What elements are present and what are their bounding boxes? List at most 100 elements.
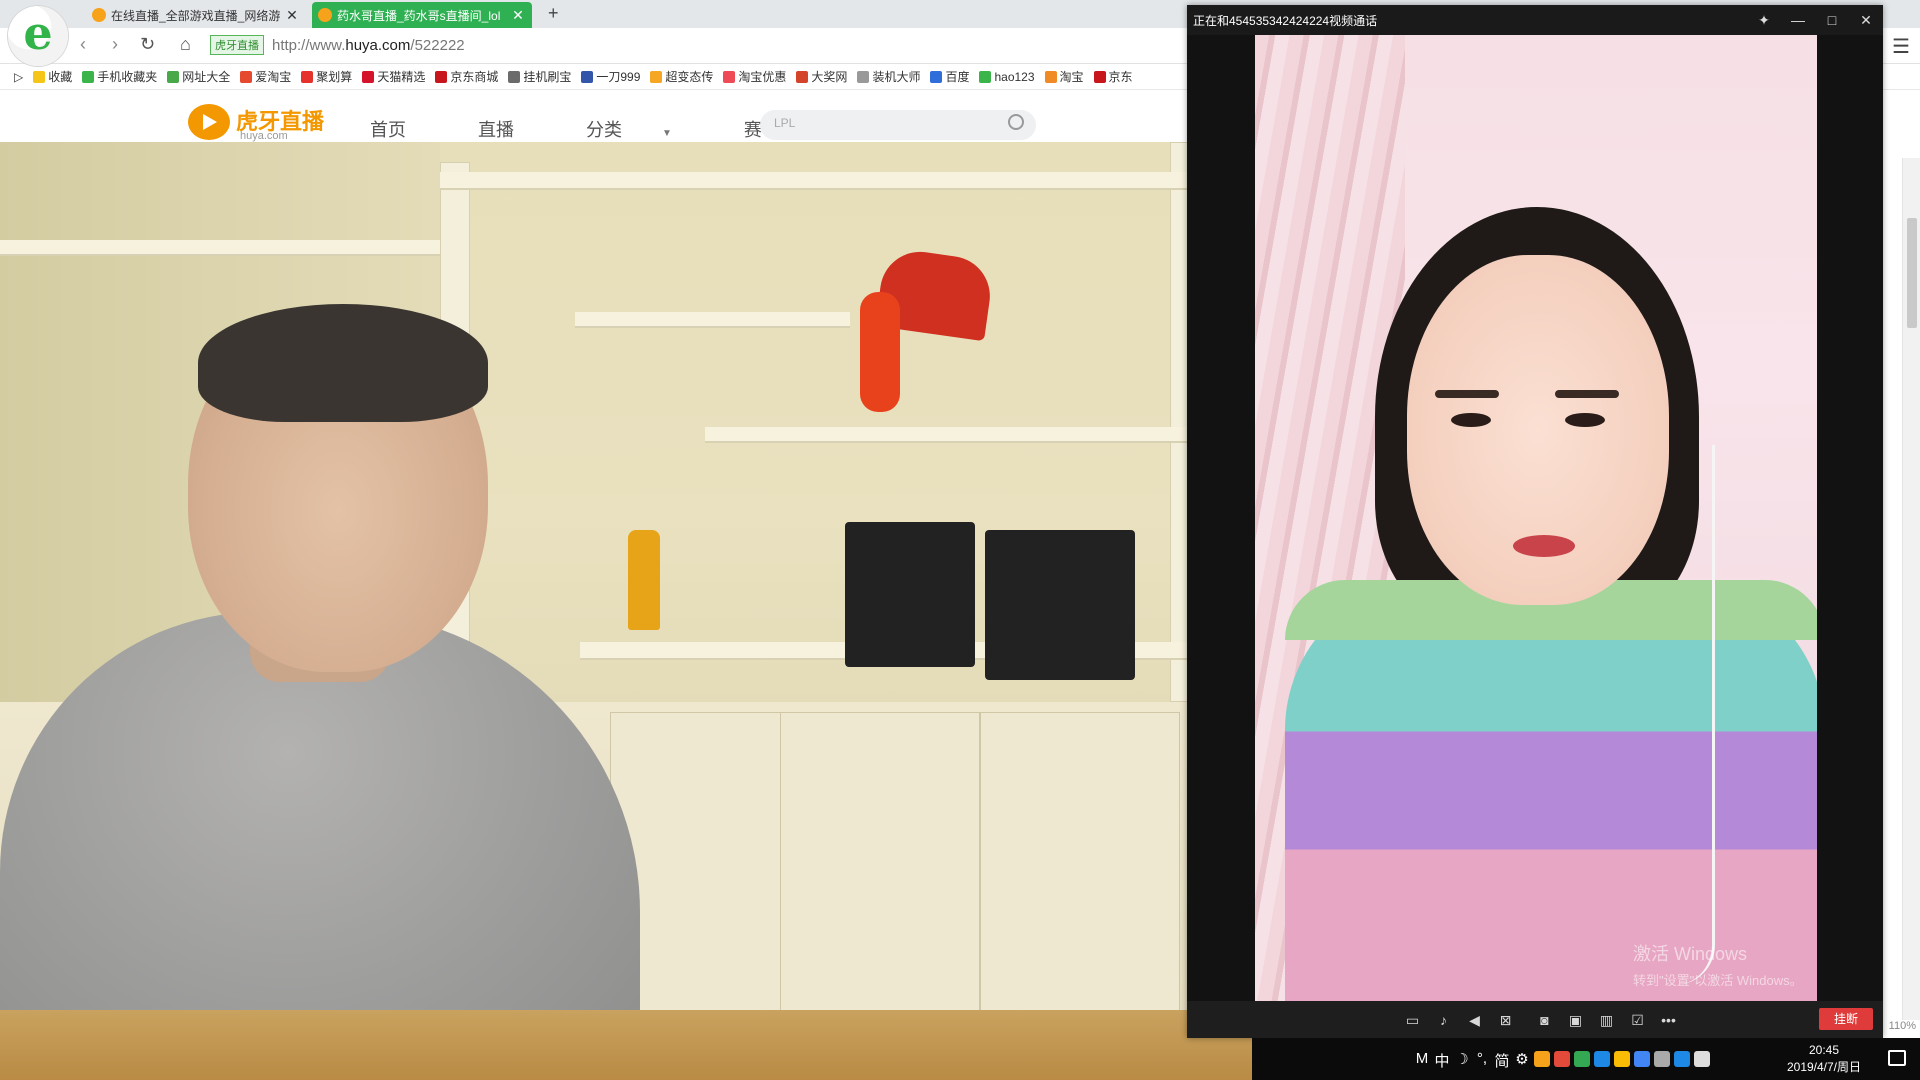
bookmark-item[interactable]: 百度	[930, 68, 969, 85]
refresh-icon[interactable]: ↻	[140, 34, 155, 55]
notification-icon[interactable]	[1888, 1050, 1906, 1066]
shelf-board	[0, 240, 440, 254]
settings-icon[interactable]: ⚙	[1512, 1050, 1532, 1071]
tab-huya-home[interactable]: 在线直播_全部游戏直播_网络游 ✕	[86, 2, 306, 28]
site-logo-sub: huya.com	[240, 130, 288, 142]
call-controls: ▭ ♪ ◀ ⊠ ◙ ▣ ▥ ☑ ••• 挂断	[1187, 1001, 1883, 1038]
toy-doll	[860, 292, 900, 412]
bookmark-item[interactable]: 京东	[1093, 68, 1133, 85]
tab-title: 药水哥直播_药水哥s直播间_lol	[337, 8, 501, 23]
bookmark-item[interactable]: 爱淘宝	[240, 68, 291, 85]
search-icon[interactable]	[1008, 114, 1024, 130]
minimize-icon[interactable]: —	[1781, 12, 1815, 28]
huya-logo[interactable]: 虎牙直播 huya.com	[188, 104, 324, 142]
app-tray-icon[interactable]	[1674, 1051, 1690, 1067]
tab-stream[interactable]: 药水哥直播_药水哥s直播间_lol ✕	[312, 2, 532, 28]
shelf-board	[705, 427, 1200, 441]
earphone-cord	[1655, 445, 1715, 985]
caller-eye	[1565, 413, 1605, 427]
search-placeholder: LPL	[774, 116, 796, 130]
ime-language-icon[interactable]: 中	[1432, 1050, 1452, 1071]
desk-edge	[0, 1010, 1252, 1080]
search-input[interactable]: LPL	[760, 110, 1036, 140]
app-tray-icon[interactable]	[1554, 1051, 1570, 1067]
share-screen-icon[interactable]: ☑	[1622, 1009, 1653, 1031]
bookmark-item[interactable]: 收藏	[33, 68, 72, 85]
stream-video[interactable]	[0, 142, 1252, 1080]
watermark-subtitle: 转到"设置"以激活 Windows。	[1633, 973, 1803, 988]
bookmark-item[interactable]: 一刀999	[581, 68, 640, 85]
huya-favicon-icon	[318, 8, 332, 22]
windows-activation-watermark: 激活 Windows 转到"设置"以激活 Windows。	[1633, 940, 1803, 989]
app-tray-icon[interactable]	[1594, 1051, 1610, 1067]
new-tab-button[interactable]: +	[548, 3, 559, 24]
bookmark-item[interactable]: 淘宝	[1044, 68, 1084, 85]
caller-brow	[1555, 390, 1619, 398]
nav-item-home[interactable]: 首页	[370, 116, 442, 142]
sidebar-toggle-icon[interactable]: ▷	[14, 70, 23, 84]
clock[interactable]: 20:45 2019/4/7/周日	[1774, 1042, 1874, 1076]
chevron-down-icon: ▼	[662, 128, 672, 139]
bookmark-item[interactable]: 装机大师	[857, 68, 920, 85]
maximize-icon[interactable]: □	[1815, 12, 1849, 28]
caller-shirt	[1285, 580, 1817, 1001]
menu-icon[interactable]: ☰	[1892, 34, 1910, 59]
forward-icon[interactable]: ›	[112, 34, 118, 55]
bookmark-item[interactable]: 聚划算	[301, 68, 352, 85]
app-tray-icon[interactable]	[1634, 1051, 1650, 1067]
camera-off-icon[interactable]: ⊠	[1490, 1009, 1521, 1031]
bookmark-item[interactable]: 超变态传	[650, 68, 713, 85]
call-titlebar[interactable]: 正在和454535342424224视频通话 ✦ — □ ✕	[1187, 5, 1883, 35]
bookmark-item[interactable]: 天猫精选	[362, 68, 425, 85]
bookmark-item[interactable]: 淘宝优惠	[723, 68, 786, 85]
gift-icon[interactable]: ▣	[1560, 1009, 1591, 1031]
scrollbar-thumb[interactable]	[1907, 218, 1917, 328]
more-icon[interactable]: •••	[1653, 1009, 1684, 1031]
speaker-icon[interactable]: ◀	[1459, 1009, 1490, 1031]
close-icon[interactable]: ✕	[1849, 12, 1883, 29]
screenshot-icon[interactable]: ◙	[1529, 1009, 1560, 1031]
huya-favicon-icon	[92, 8, 106, 22]
browser-logo-icon[interactable]: e	[8, 6, 68, 66]
address-bar[interactable]: 虎牙直播 http://www. huya.com/522222	[210, 33, 465, 57]
moon-icon[interactable]: ☽	[1452, 1050, 1472, 1071]
close-icon[interactable]: ✕	[284, 7, 300, 24]
bookmark-item[interactable]: 手机收藏夹	[82, 68, 157, 85]
remote-video[interactable]: 激活 Windows 转到"设置"以激活 Windows。	[1255, 35, 1817, 1001]
volume-icon[interactable]	[1694, 1051, 1710, 1067]
microphone-icon[interactable]: ♪	[1428, 1009, 1459, 1031]
watermark-title: 激活 Windows	[1633, 944, 1748, 964]
taskbar: M 中 ☽ °, 简 ⚙ 20:45 2019/4/7/周日	[1252, 1038, 1920, 1080]
back-icon[interactable]: ‹	[80, 34, 86, 55]
nav-item-live[interactable]: 直播	[478, 116, 550, 142]
pin-icon[interactable]: ✦	[1747, 12, 1781, 29]
home-icon[interactable]: ⌂	[180, 34, 191, 55]
nav-item-category[interactable]: 分类 ▼	[586, 116, 708, 142]
chat-icon[interactable]: ▭	[1397, 1009, 1428, 1031]
page-scrollbar[interactable]	[1902, 158, 1920, 1020]
tab-title: 在线直播_全部游戏直播_网络游	[111, 8, 281, 23]
zoom-level[interactable]: 110%	[1889, 1020, 1916, 1032]
punctuation-icon[interactable]: °,	[1472, 1050, 1492, 1071]
caller-lips	[1513, 535, 1575, 557]
caller-eye	[1451, 413, 1491, 427]
bookmark-item[interactable]: 京东商城	[435, 68, 498, 85]
app-tray-icon[interactable]	[1614, 1051, 1630, 1067]
network-icon[interactable]	[1654, 1051, 1670, 1067]
bookmark-item[interactable]: 挂机刷宝	[508, 68, 571, 85]
clock-date: 2019/4/7/周日	[1786, 1060, 1862, 1074]
bookmark-item[interactable]: 大奖网	[796, 68, 847, 85]
streamer-hair	[198, 304, 488, 422]
simplified-icon[interactable]: 简	[1492, 1050, 1512, 1071]
close-icon[interactable]: ✕	[510, 7, 526, 24]
caller-brow	[1435, 390, 1499, 398]
bookmark-item[interactable]: hao123	[979, 70, 1035, 84]
call-title: 正在和454535342424224视频通话	[1193, 13, 1378, 28]
ime-mode-icon[interactable]: M	[1412, 1050, 1432, 1071]
bookmark-item[interactable]: 网址大全	[167, 68, 230, 85]
huya-tray-icon[interactable]	[1534, 1051, 1550, 1067]
layout-icon[interactable]: ▥	[1591, 1009, 1622, 1031]
app-tray-icon[interactable]	[1574, 1051, 1590, 1067]
url-host: huya.com	[345, 36, 411, 54]
hangup-button[interactable]: 挂断	[1819, 1008, 1873, 1030]
